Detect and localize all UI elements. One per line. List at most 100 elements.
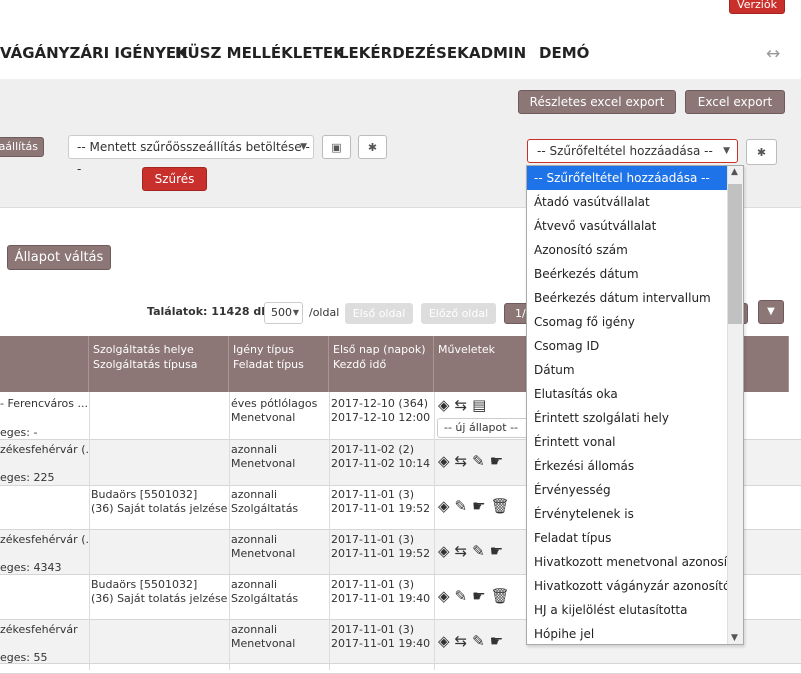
nav-item-admin[interactable]: ADMIN (469, 44, 526, 62)
dropdown-option[interactable]: Azonosító szám (527, 238, 727, 262)
swap-icon[interactable]: ⇆ (455, 632, 468, 650)
dropdown-option[interactable]: Átadó vasútvállalat (527, 190, 727, 214)
hand-icon[interactable]: ☛ (490, 542, 503, 560)
dropdown-option[interactable]: Érkezési állomás (527, 454, 727, 478)
pencil-icon[interactable]: ✎ (472, 632, 485, 650)
cell-request-type: azonnali (231, 488, 278, 501)
dropdown-option[interactable]: Érintett szolgálati hely (527, 406, 727, 430)
filter-settings-button[interactable]: aállítás (0, 137, 44, 157)
dropdown-option[interactable]: HJ a kijelölést elutasította (527, 598, 727, 622)
expand-icon[interactable]: ↔ (766, 44, 780, 64)
col-header-request-type[interactable]: Igény típus Feladat típus (229, 336, 329, 392)
cell-service-location: Budaörs [5501032] (91, 578, 198, 591)
col-divider (89, 392, 90, 670)
add-filter-dropdown-list[interactable]: -- Szűrőfeltétel hozzáadása -- Átadó vas… (526, 165, 744, 645)
nav-item-husz-attachments[interactable]: HÜSZ MELLÉKLETEK (175, 44, 345, 62)
detailed-excel-export-button[interactable]: Részletes excel export (518, 90, 676, 114)
col-header-service-location[interactable]: Szolgáltatás helye Szolgáltatás típusa (89, 336, 229, 392)
pencil-icon[interactable]: ✎ (455, 587, 468, 605)
cell-task-type: Menetvonal (231, 457, 296, 470)
cell-location: zékesfehérvár (... (0, 443, 88, 456)
previous-page-button[interactable]: Előző oldal (421, 303, 496, 324)
chevron-up-icon[interactable]: ▲ (731, 167, 738, 177)
chevron-down-icon[interactable]: ▼ (731, 633, 738, 643)
excel-export-button[interactable]: Excel export (685, 90, 785, 114)
layers-icon[interactable]: ◈ (438, 497, 450, 515)
dropdown-option[interactable]: Hópihe jel (527, 622, 727, 644)
cell-extra: eges: - (0, 426, 38, 439)
per-page-select[interactable]: 500 ▼ (264, 302, 303, 324)
header-line1: Igény típus (233, 343, 295, 356)
cell-task-type: Menetvonal (231, 411, 296, 424)
dropdown-option[interactable]: Beérkezés dátum (527, 262, 727, 286)
gear-icon: ✱ (367, 140, 378, 154)
filter-button[interactable]: Szűrés (142, 167, 207, 191)
dropdown-option[interactable]: Csomag fő igény (527, 310, 727, 334)
dropdown-scrollbar[interactable]: ▲ ▼ (727, 166, 743, 644)
cell-request-type: azonnali (231, 623, 278, 636)
layers-icon[interactable]: ◈ (438, 632, 450, 650)
dropdown-option[interactable]: Dátum (527, 358, 727, 382)
swap-icon[interactable]: ⇆ (455, 452, 468, 470)
pencil-icon[interactable]: ✎ (472, 452, 485, 470)
col-header-first-day[interactable]: Első nap (napok) Kezdő idő (329, 336, 434, 392)
row-actions: ◈ ✎ ☛ 🗑 (438, 497, 510, 515)
col-divider (229, 392, 230, 670)
dropdown-option[interactable]: Feladat típus (527, 526, 727, 550)
layers-icon[interactable]: ◈ (438, 452, 450, 470)
state-change-button[interactable]: Állapot váltás (7, 245, 111, 270)
save-filter-button[interactable]: ▣ (322, 135, 351, 159)
nav-item-queries[interactable]: LEKÉRDEZÉSEK (339, 44, 469, 62)
row-actions: ◈ ⇆ ✎ ☛ (438, 632, 503, 650)
version-button[interactable]: Verziók (729, 0, 785, 14)
filter-gear-button[interactable]: ✱ (358, 135, 387, 159)
document-icon[interactable]: ▤ (472, 396, 486, 414)
new-state-select[interactable]: -- új állapot -- (437, 418, 529, 438)
dropdown-option[interactable]: Csomag ID (527, 334, 727, 358)
first-page-button[interactable]: Első oldal (345, 303, 413, 324)
dropdown-option[interactable]: Érvénytelenek is (527, 502, 727, 526)
nav-item-track-closure-requests[interactable]: VÁGÁNYZÁRI IGÉNYEK (0, 44, 188, 62)
pencil-icon[interactable]: ✎ (472, 542, 485, 560)
add-filter-select[interactable]: -- Szűrőfeltétel hozzáadása -- ▼ (527, 139, 738, 163)
swap-icon[interactable]: ⇆ (455, 396, 468, 414)
cell-first-day: 2017-11-02 (2) (331, 443, 415, 456)
hand-icon[interactable]: ☛ (472, 587, 485, 605)
dropdown-option[interactable]: Elutasítás oka (527, 382, 727, 406)
layers-icon[interactable]: ◈ (438, 587, 450, 605)
dropdown-option[interactable]: Beérkezés dátum intervallum (527, 286, 727, 310)
trash-icon[interactable]: 🗑 (491, 497, 510, 515)
add-filter-value: -- Szűrőfeltétel hozzáadása -- (537, 144, 713, 158)
hand-icon[interactable]: ☛ (490, 632, 503, 650)
cell-first-day: 2017-11-01 (3) (331, 623, 415, 636)
col-divider (434, 392, 435, 670)
dropdown-option[interactable]: Hivatkozott menetvonal azonosító (527, 550, 739, 574)
hand-icon[interactable]: ☛ (472, 497, 485, 515)
dropdown-option[interactable]: Érintett vonal (527, 430, 727, 454)
header-line2: Szolgáltatás típusa (93, 358, 198, 371)
header-line1: Szolgáltatás helye (93, 343, 194, 356)
layers-icon[interactable]: ◈ (438, 396, 450, 414)
layers-icon[interactable]: ◈ (438, 542, 450, 560)
cell-start-time: 2017-11-02 10:14 (331, 457, 431, 470)
dropdown-option[interactable]: Érvényesség (527, 478, 727, 502)
header-line1: Első nap (napok) (333, 343, 426, 356)
col-header-unknown (0, 336, 89, 392)
nav-item-demo[interactable]: DEMÓ (539, 44, 589, 62)
dropdown-option[interactable]: Hivatkozott vágányzár azonosító (527, 574, 730, 598)
page-dropdown-button[interactable]: ▼ (758, 300, 784, 324)
trash-icon[interactable]: 🗑 (491, 587, 510, 605)
dropdown-option[interactable]: -- Szűrőfeltétel hozzáadása -- (527, 166, 727, 190)
pencil-icon[interactable]: ✎ (455, 497, 468, 515)
dropdown-option[interactable]: Átvevő vasútvállalat (527, 214, 727, 238)
swap-icon[interactable]: ⇆ (455, 542, 468, 560)
save-icon: ▣ (331, 140, 342, 154)
add-filter-gear-button[interactable]: ✱ (746, 139, 777, 165)
cell-first-day: 2017-11-01 (3) (331, 578, 415, 591)
saved-filter-select[interactable]: -- Mentett szűrőösszeállítás betöltése -… (68, 135, 314, 176)
hand-icon[interactable]: ☛ (490, 452, 503, 470)
cell-extra: eges: 55 (0, 651, 48, 664)
scrollbar-thumb[interactable] (728, 184, 742, 324)
col-divider (329, 392, 330, 670)
cell-start-time: 2017-11-01 19:52 (331, 502, 431, 515)
